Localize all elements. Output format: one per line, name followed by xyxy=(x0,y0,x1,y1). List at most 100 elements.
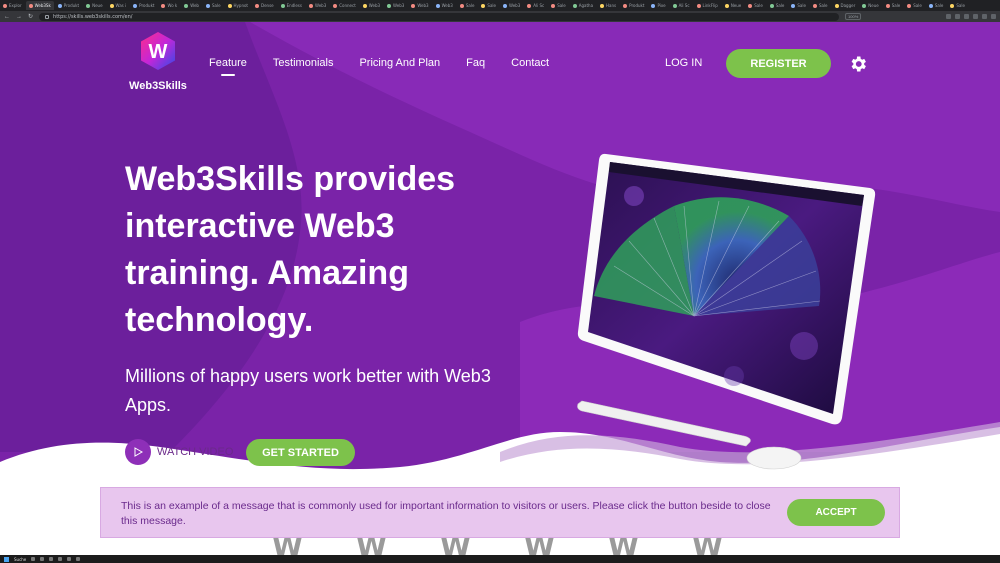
favicon-icon xyxy=(205,3,210,8)
browser-tab[interactable]: Hans xyxy=(597,1,619,10)
browser-tab[interactable]: LinkFlip xyxy=(694,1,721,10)
browser-tab[interactable]: Agatha xyxy=(570,1,596,10)
browser-tab[interactable]: Sale xyxy=(904,1,925,10)
taskbar-app-icon[interactable] xyxy=(31,557,36,561)
nav-item-pricing-and-plan[interactable]: Pricing And Plan xyxy=(359,57,440,69)
browser-tab[interactable]: Sale xyxy=(883,1,904,10)
taskbar-app-icon[interactable] xyxy=(67,557,72,561)
favicon-icon xyxy=(791,3,796,8)
browser-tab[interactable]: Dense xyxy=(252,1,277,10)
forward-icon[interactable]: → xyxy=(16,14,22,20)
favicon-icon xyxy=(928,3,933,8)
browser-tab-label: Sale xyxy=(956,3,965,8)
browser-tab[interactable]: Dagger xyxy=(832,1,859,10)
start-icon[interactable] xyxy=(4,556,9,562)
browser-tab[interactable]: Pixe xyxy=(648,1,668,10)
taskbar-search[interactable]: Suche xyxy=(14,557,26,562)
browser-tab[interactable]: Sale xyxy=(767,1,788,10)
browser-tab[interactable]: Ali Sc xyxy=(524,1,547,10)
browser-tab[interactable]: Sale xyxy=(926,1,947,10)
extension-icon[interactable] xyxy=(955,14,960,19)
extension-icon[interactable] xyxy=(982,14,987,19)
browser-tab-label: Neue xyxy=(92,3,103,8)
browser-tab-label: Sale xyxy=(775,3,785,8)
favicon-icon xyxy=(227,3,232,8)
accept-button[interactable]: ACCEPT xyxy=(787,499,885,526)
extension-icon[interactable] xyxy=(991,14,996,19)
browser-tab[interactable]: Sale xyxy=(947,1,968,10)
browser-tab-label: Ali Sc xyxy=(533,3,545,8)
browser-tab[interactable]: Produkt xyxy=(55,1,82,10)
hero-section: W Web3Skills Feature Testimonials Pricing … xyxy=(0,22,1000,555)
browser-tab[interactable]: Sale xyxy=(810,1,831,10)
browser-tab[interactable]: Produkt xyxy=(130,1,157,10)
browser-tab[interactable]: Sale xyxy=(478,1,499,10)
favicon-icon xyxy=(411,3,416,8)
favicon-icon xyxy=(280,3,285,8)
browser-tab-bar: Explor Web3Sk Produkt Neue Was i Produkt Wo k W… xyxy=(0,0,1000,11)
favicon-icon xyxy=(748,3,753,8)
extension-icon[interactable] xyxy=(964,14,969,19)
browser-tab[interactable]: Web3 xyxy=(384,1,407,10)
browser-tab-label: Sale xyxy=(818,3,828,8)
favicon-icon xyxy=(527,3,532,8)
favicon-icon xyxy=(255,3,259,8)
browser-tab-label: Web3 xyxy=(393,3,405,8)
browser-tab-label: Produkt xyxy=(629,3,645,8)
browser-tab[interactable]: Ali Sc xyxy=(670,1,693,10)
browser-tab[interactable]: Neue xyxy=(722,1,744,10)
nav-item-feature[interactable]: Feature xyxy=(209,57,247,76)
extension-icon[interactable] xyxy=(946,14,951,19)
watch-video-button[interactable]: WATCH VIDEO xyxy=(125,439,233,465)
get-started-button[interactable]: GET STARTED xyxy=(246,439,355,466)
browser-tab[interactable]: Was i xyxy=(107,1,130,10)
browser-tab[interactable]: Web3 xyxy=(408,1,431,10)
browser-tab[interactable]: Wo k xyxy=(158,1,180,10)
browser-tab[interactable]: Endless xyxy=(278,1,305,10)
favicon-icon xyxy=(133,3,138,8)
browser-tab-label: Sale xyxy=(913,3,922,8)
browser-tab[interactable]: Sale xyxy=(203,1,224,10)
browser-tab[interactable]: Explor xyxy=(0,1,25,10)
extension-icon[interactable] xyxy=(973,14,978,19)
taskbar-app-icon[interactable] xyxy=(40,557,45,561)
taskbar-app-icon[interactable] xyxy=(76,557,81,561)
favicon-icon xyxy=(184,3,189,8)
gear-icon[interactable] xyxy=(848,54,868,74)
browser-tab[interactable]: Web3 xyxy=(306,1,329,10)
favicon-icon xyxy=(572,3,577,8)
browser-tab[interactable]: Hypnot xyxy=(225,1,251,10)
brand-logo[interactable]: W Web3Skills xyxy=(129,31,187,92)
register-button[interactable]: REGISTER xyxy=(726,49,831,78)
browser-tab[interactable]: Sale xyxy=(457,1,478,10)
browser-tab-label: Pixe xyxy=(657,3,666,8)
browser-tab[interactable]: Web3 xyxy=(433,1,456,10)
zoom-indicator[interactable]: 100% xyxy=(845,13,862,20)
taskbar-app-icon[interactable] xyxy=(49,557,54,561)
nav-item-testimonials[interactable]: Testimonials xyxy=(273,57,334,69)
browser-tab[interactable]: Web3 xyxy=(360,1,383,10)
browser-tab[interactable]: Web xyxy=(181,1,202,10)
browser-tab[interactable]: Connect xyxy=(330,1,359,10)
nav-item-faq[interactable]: Faq xyxy=(466,57,485,69)
nav-item-contact[interactable]: Contact xyxy=(511,57,549,69)
browser-tab-label: Web xyxy=(190,3,199,8)
login-link[interactable]: LOG IN xyxy=(665,57,702,69)
browser-tab-label: Web3 xyxy=(441,3,453,8)
browser-tab[interactable]: Web3Sk xyxy=(25,1,54,10)
browser-tab-label: Explor xyxy=(9,3,22,8)
browser-tab[interactable]: Sale xyxy=(788,1,809,10)
browser-tab[interactable]: Neue xyxy=(859,1,881,10)
browser-tab[interactable]: Web3 xyxy=(500,1,523,10)
browser-tab-label: LinkFlip xyxy=(702,3,718,8)
back-icon[interactable]: ← xyxy=(4,14,10,20)
browser-tab[interactable]: Sale xyxy=(745,1,766,10)
address-bar[interactable]: https://skills.web3skills.com/en/ xyxy=(39,12,840,21)
reload-icon[interactable]: ↻ xyxy=(28,14,33,20)
favicon-icon xyxy=(308,3,313,8)
browser-tab[interactable]: Produkt xyxy=(620,1,647,10)
extension-icons xyxy=(946,14,996,19)
taskbar-app-icon[interactable] xyxy=(58,557,63,561)
browser-tab[interactable]: Sale xyxy=(548,1,569,10)
browser-tab[interactable]: Neue xyxy=(83,1,105,10)
